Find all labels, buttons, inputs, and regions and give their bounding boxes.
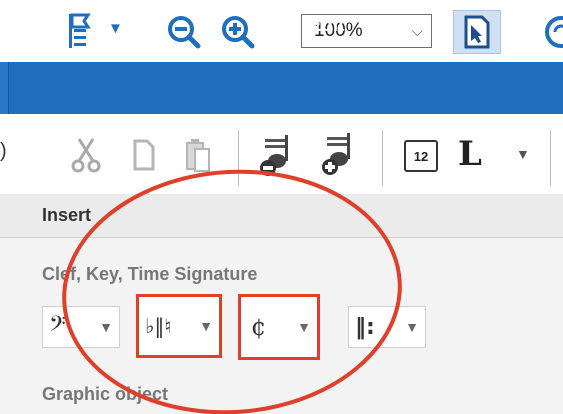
number-12-icon[interactable]: 12 [404,140,438,172]
chevron-down-icon: ▼ [199,318,213,334]
cut-time-icon: ¢ [251,313,267,341]
edit-title: Edit [308,15,345,36]
toolbar-separator [238,130,239,186]
paste-icon[interactable] [178,132,218,178]
clef-key-time-label: Clef, Key, Time Signature [42,264,258,284]
toolbar-separator [550,130,551,186]
clef-dropdown[interactable]: 𝄢 ▼ [42,306,120,348]
key-signature-icon: ♭‖♮ [145,314,172,338]
insert-title: Insert [42,205,92,225]
chevron-down-icon[interactable]: ▼ [516,146,530,162]
bass-clef-icon: 𝄢 [49,311,66,342]
chevron-down-icon: ▼ [405,319,419,335]
panel-divider [0,62,9,114]
insert-header[interactable]: Insert [0,194,563,238]
chevron-down-icon: ▼ [99,319,113,335]
repeat-barline-icon: ‖: [355,314,375,340]
copy-icon[interactable] [124,132,164,178]
letter-label: L [458,134,482,174]
partial-glyph: ) [0,140,7,162]
key-signature-dropdown[interactable]: ♭‖♮ ▼ [136,294,222,358]
number-label: 12 [413,148,429,164]
cut-icon[interactable] [66,132,106,178]
toolbar-separator [382,130,383,186]
note-plus-icon[interactable] [316,128,358,180]
line-L-icon[interactable]: L [458,134,482,174]
note-minus-icon[interactable] [254,130,296,180]
time-signature-dropdown[interactable]: ¢ ▼ [238,294,320,360]
edit-header-bar [0,62,563,114]
graphic-object-label: Graphic object [42,384,169,404]
chevron-down-icon: ▼ [297,319,311,335]
barline-dropdown[interactable]: ‖: ▼ [348,306,426,348]
